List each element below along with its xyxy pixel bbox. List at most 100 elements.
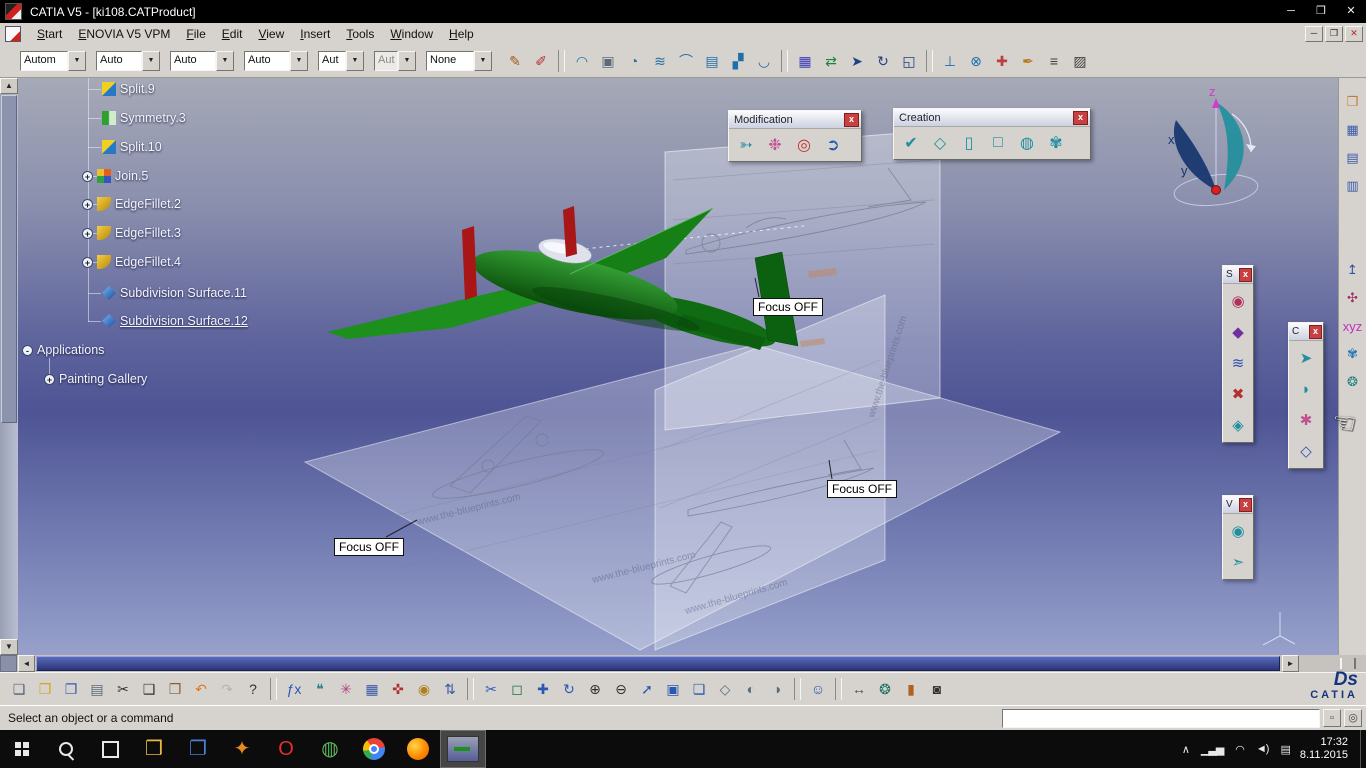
section-cut-icon[interactable]: ✂ — [479, 677, 503, 701]
panel-title-bar[interactable]: Creation x — [894, 109, 1090, 127]
create-surface-icon[interactable]: ◇ — [927, 130, 953, 156]
command-list-button[interactable]: ▫ — [1323, 709, 1341, 727]
scroll-down-button[interactable]: ▼ — [0, 639, 18, 655]
expander-icon[interactable]: + — [82, 170, 93, 182]
subdivision-box-icon[interactable]: ◈ — [1226, 411, 1250, 439]
iso-view-icon[interactable]: ◇ — [713, 677, 737, 701]
fit-all-icon[interactable]: ▣ — [661, 677, 685, 701]
close-icon[interactable]: x — [1239, 497, 1252, 512]
menu-item[interactable]: Start — [29, 25, 70, 43]
scroll-right-button[interactable]: ► — [1282, 655, 1299, 672]
toolbar-icon[interactable] — [794, 678, 801, 700]
offset-surface-icon[interactable]: ≋ — [648, 49, 672, 73]
tree-item-join5[interactable]: + Join.5 — [82, 167, 148, 185]
keyboard-icon[interactable]: ▤ — [1280, 743, 1290, 756]
scrollbar-grip[interactable] — [1340, 658, 1356, 669]
modification-curve-icon[interactable]: ➳ — [733, 132, 759, 158]
open-folder-icon[interactable]: ❒ — [33, 677, 57, 701]
revolve-surface-icon[interactable]: ◔ — [622, 49, 646, 73]
blend-surface-icon[interactable]: ◡ — [752, 49, 776, 73]
attraction-icon[interactable]: ❉ — [762, 132, 788, 158]
projection-icon[interactable]: ⊥ — [938, 49, 962, 73]
create-swirl-icon[interactable]: ✾ — [1043, 130, 1069, 156]
chevron-down-icon[interactable]: ▼ — [290, 51, 308, 71]
horizontal-scroll-thumb[interactable] — [36, 656, 1280, 671]
menu-item[interactable]: ENOVIA V5 VPM — [70, 25, 178, 43]
expander-icon[interactable]: - — [22, 344, 33, 356]
expander-icon[interactable]: + — [82, 256, 93, 268]
toolbar-icon[interactable] — [270, 678, 277, 700]
sweep-surface-icon[interactable]: ⌒ — [674, 49, 698, 73]
combo-value[interactable]: Aut — [374, 51, 398, 71]
chevron-down-icon[interactable]: ▼ — [398, 51, 416, 71]
tree-item-applications[interactable]: - Applications — [22, 341, 104, 359]
vertical-scroll-thumb[interactable] — [1, 95, 17, 423]
toolbar-icon[interactable] — [835, 678, 842, 700]
menu-item[interactable]: Insert — [292, 25, 338, 43]
volume-icon[interactable]: ◄) — [1256, 743, 1270, 755]
horizontal-scrollbar[interactable]: ◄ ► — [0, 655, 1366, 672]
loft-surface-icon[interactable]: ▞ — [726, 49, 750, 73]
healing-icon[interactable]: ✚ — [990, 49, 1014, 73]
show-desktop-button[interactable] — [1360, 730, 1366, 768]
fill-surface-icon[interactable]: ▤ — [700, 49, 724, 73]
close-icon[interactable]: x — [1073, 110, 1088, 125]
green-app-icon[interactable]: ◍ — [308, 730, 352, 768]
tree-item-split9[interactable]: Split.9 — [102, 80, 155, 98]
tree-item-painting-gallery[interactable]: + Painting Gallery — [44, 370, 147, 388]
toolbar-icon[interactable] — [467, 678, 474, 700]
tree-item-subdivision11[interactable]: Subdivision Surface.11 — [102, 284, 247, 302]
minimize-button[interactable]: ─ — [1276, 0, 1306, 23]
menu-item[interactable]: Window — [382, 25, 441, 43]
expander-icon[interactable]: + — [82, 227, 93, 239]
tree-item-symmetry3[interactable]: Symmetry.3 — [102, 109, 186, 127]
hidden-icons-chevron[interactable]: ∧ — [1182, 743, 1190, 756]
combo-value[interactable]: Auto — [244, 51, 290, 71]
expander-icon[interactable]: + — [82, 198, 93, 210]
globe-mode-icon[interactable]: ❂ — [873, 677, 897, 701]
new-document-icon[interactable]: ❏ — [7, 677, 31, 701]
spreadsheet-icon[interactable]: ▤ — [1341, 146, 1365, 170]
tree-item-split10[interactable]: Split.10 — [102, 138, 162, 156]
document-app-icon[interactable]: ❐ — [176, 730, 220, 768]
camera-icon[interactable]: ◙ — [925, 677, 949, 701]
menu-item[interactable]: Help — [441, 25, 482, 43]
cage-icon[interactable]: ◇ — [1294, 437, 1318, 465]
close-icon[interactable]: x — [1309, 324, 1322, 339]
copy-icon[interactable]: ❑ — [137, 677, 161, 701]
power-input-icon[interactable]: ◎ — [1344, 709, 1362, 727]
child-minimize-button[interactable]: ─ — [1305, 26, 1323, 42]
combo-value[interactable]: Auto — [96, 51, 142, 71]
chevron-down-icon[interactable]: ▼ — [142, 51, 160, 71]
taskbar-clock[interactable]: 17:32 8.11.2015 — [1300, 736, 1360, 762]
report-icon[interactable]: ▥ — [1341, 174, 1365, 198]
visualization-arrow-icon[interactable]: ➣ — [1226, 548, 1250, 576]
tree-item-edgefillet2[interactable]: + EdgeFillet.2 — [82, 195, 181, 213]
opera-icon[interactable]: O — [264, 730, 308, 768]
undo-icon[interactable]: ↶ — [189, 677, 213, 701]
rotate-view-icon[interactable]: ↻ — [557, 677, 581, 701]
tree-vertical-scrollbar[interactable]: ▲ ▼ — [0, 78, 18, 655]
pin-icon[interactable]: ✣ — [1341, 286, 1365, 310]
panel-title-bar[interactable]: S x — [1223, 266, 1253, 284]
panel-title-bar[interactable]: V x — [1223, 496, 1253, 514]
utility-app-icon[interactable]: ✦ — [220, 730, 264, 768]
focus-off-label[interactable]: Focus OFF — [753, 298, 824, 316]
hatching-icon[interactable]: ▨ — [1068, 49, 1092, 73]
symmetry-transform-icon[interactable]: ⇄ — [819, 49, 843, 73]
focus-off-label[interactable]: Focus OFF — [334, 538, 405, 556]
pen-icon[interactable]: ✒ — [1016, 49, 1040, 73]
restore-button[interactable]: ❒ — [1306, 0, 1336, 23]
catalog-icon[interactable]: ❒ — [1341, 90, 1365, 114]
combo-value[interactable]: Autom — [20, 51, 68, 71]
toolbar-icon[interactable] — [926, 50, 933, 72]
menu-item[interactable]: View — [250, 25, 292, 43]
create-box-icon[interactable]: □ — [985, 130, 1011, 156]
focus-off-label[interactable]: Focus OFF — [827, 480, 898, 498]
zoom-in-icon[interactable]: ⊕ — [583, 677, 607, 701]
orientation-compass[interactable]: z x y — [1168, 84, 1259, 209]
design-table-icon[interactable]: ▦ — [1341, 118, 1365, 142]
combo-value[interactable]: Aut — [318, 51, 346, 71]
multi-view-icon[interactable]: ❏ — [687, 677, 711, 701]
menu-item[interactable]: File — [178, 25, 213, 43]
